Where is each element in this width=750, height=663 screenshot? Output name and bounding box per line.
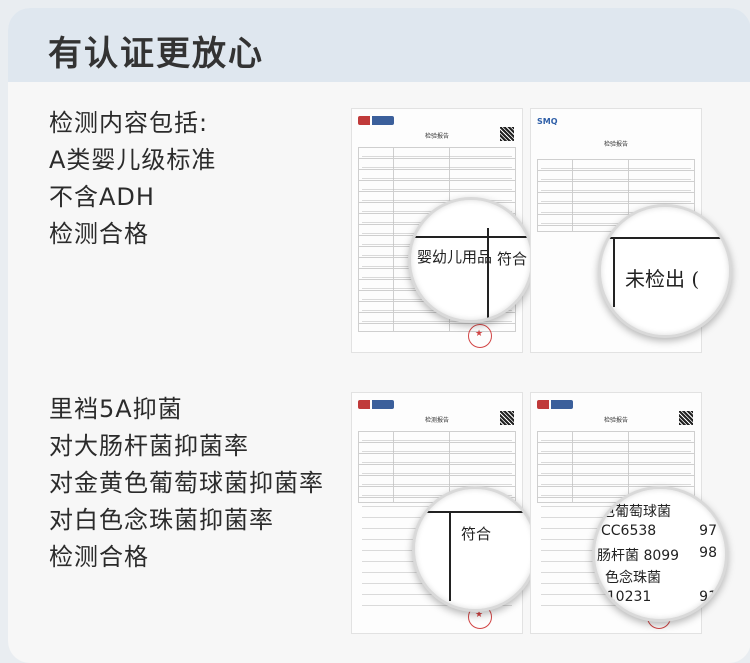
magnified-row: 肠杆菌 8099 98 <box>597 545 717 564</box>
magnifier-lens-d: 色葡萄球菌 CC6538 97 肠杆菌 8099 98 色念珠菌 C10231 … <box>592 486 728 622</box>
magnified-text: 符合 <box>497 250 528 268</box>
text-line: 不含ADH <box>49 183 155 211</box>
red-seal-icon <box>468 324 492 348</box>
magnified-text: 符合 <box>461 525 492 543</box>
text-line: 里裆5A抑菌 <box>49 395 183 423</box>
cma-logo-icon <box>537 400 573 409</box>
text-line: 检测合格 <box>49 543 149 571</box>
magnified-row: 色葡萄球菌 <box>601 504 671 520</box>
report-title: 检验报告 <box>603 417 628 424</box>
magnified-row: CC6538 97 <box>601 523 717 539</box>
magnifier-lens-b: 未检出 ( <box>598 204 732 338</box>
cma-logo-icon <box>358 116 394 125</box>
text-line: 检测合格 <box>49 220 149 248</box>
smq-logo: SMQ <box>537 117 558 126</box>
magnified-text: 未检出 ( <box>625 267 700 291</box>
magnified-row: C10231 91 <box>597 589 717 605</box>
qr-code-icon <box>500 411 514 425</box>
text-line: 检测内容包括: <box>49 109 209 137</box>
report-title: 检验报告 <box>603 141 628 148</box>
page-title: 有认证更放心 <box>48 34 264 74</box>
magnified-row: 色念珠菌 <box>605 570 661 586</box>
text-line: 对大肠杆菌抑菌率 <box>49 432 249 460</box>
magnified-text: 婴幼儿用品 <box>417 248 493 266</box>
magnifier-lens-a: 婴幼儿用品 符合 <box>408 197 534 323</box>
report-title: 检测报告 <box>424 417 449 424</box>
text-line: 对金黄色葡萄球菌抑菌率 <box>49 469 324 497</box>
test-content-list: 检测内容包括: A类婴儿级标准 不含ADH 检测合格 <box>49 105 216 253</box>
text-line: A类婴儿级标准 <box>49 146 217 174</box>
qr-code-icon <box>500 127 514 141</box>
report-title: 检验报告 <box>424 133 449 140</box>
magnifier-lens-c: 符合 <box>412 486 538 612</box>
header-bar: 有认证更放心 <box>8 8 750 82</box>
qr-code-icon <box>679 411 693 425</box>
cma-logo-icon <box>358 400 394 409</box>
antibacterial-list: 里裆5A抑菌 对大肠杆菌抑菌率 对金黄色葡萄球菌抑菌率 对白色念珠菌抑菌率 检测… <box>49 391 324 576</box>
text-line: 对白色念珠菌抑菌率 <box>49 506 274 534</box>
certification-card: 有认证更放心 检测内容包括: A类婴儿级标准 不含ADH 检测合格 检验报告 婴… <box>8 8 750 663</box>
